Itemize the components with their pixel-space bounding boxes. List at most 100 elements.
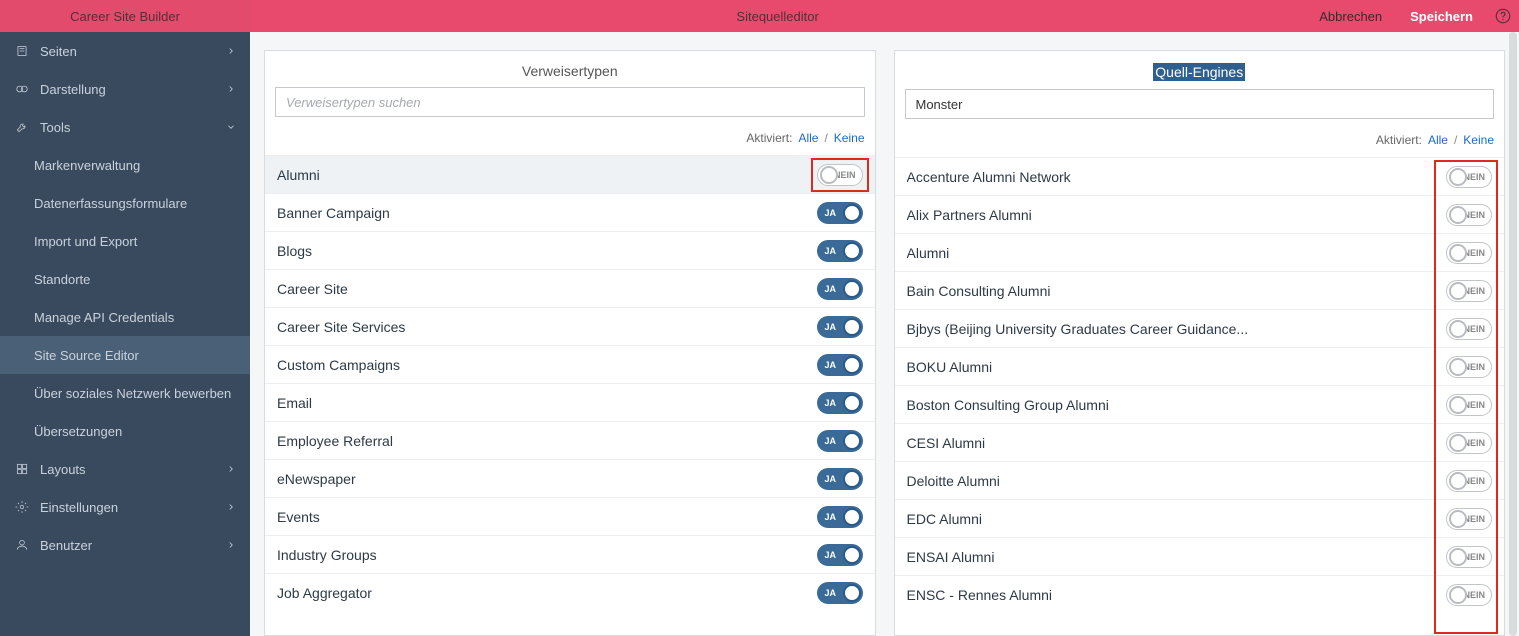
users-icon	[12, 538, 32, 552]
sidebar-subitem-standorte[interactable]: Standorte	[0, 260, 250, 298]
toggle-switch[interactable]: JA	[817, 468, 863, 490]
list-row[interactable]: Job AggregatorJA	[265, 573, 875, 611]
toggle-knob	[1449, 168, 1467, 186]
toggle-switch[interactable]: NEIN	[1446, 166, 1492, 188]
engine-search-input[interactable]	[905, 89, 1495, 119]
list-row[interactable]: Bain Consulting AlumniNEIN	[895, 271, 1505, 309]
sidebar-subitem-markenverwaltung[interactable]: Markenverwaltung	[0, 146, 250, 184]
row-label: ENSAI Alumni	[907, 549, 1447, 565]
toggle-knob	[1449, 282, 1467, 300]
filter-all-link[interactable]: Alle	[1428, 133, 1448, 147]
row-label: eNewspaper	[277, 471, 817, 487]
toggle-switch[interactable]: NEIN	[1446, 584, 1492, 606]
list-row[interactable]: eNewspaperJA	[265, 459, 875, 497]
brand-title: Career Site Builder	[0, 0, 250, 32]
row-label: Custom Campaigns	[277, 357, 817, 373]
list-row[interactable]: AlumniNEIN	[895, 233, 1505, 271]
row-label: Alumni	[277, 167, 817, 183]
sidebar-item-tools[interactable]: Tools	[0, 108, 250, 146]
row-label: Blogs	[277, 243, 817, 259]
activated-label: Aktiviert:	[746, 131, 792, 145]
toggle-switch[interactable]: NEIN	[1446, 356, 1492, 378]
filter-row: Aktiviert: Alle / Keine	[265, 117, 875, 155]
list-row[interactable]: EmailJA	[265, 383, 875, 421]
list-row[interactable]: Bjbys (Beijing University Graduates Care…	[895, 309, 1505, 347]
filter-row: Aktiviert: Alle / Keine	[895, 119, 1505, 157]
toggle-switch[interactable]: NEIN	[1446, 394, 1492, 416]
sidebar-subitem-site-source-editor[interactable]: Site Source Editor	[0, 336, 250, 374]
list-row[interactable]: EventsJA	[265, 497, 875, 535]
toggle-knob	[843, 204, 861, 222]
toggle-switch[interactable]: NEIN	[1446, 432, 1492, 454]
sidebar-subitem-import-und-export[interactable]: Import und Export	[0, 222, 250, 260]
toggle-knob	[1449, 472, 1467, 490]
list-row[interactable]: Employee ReferralJA	[265, 421, 875, 459]
toggle-switch[interactable]: NEIN	[1446, 546, 1492, 568]
row-label: Banner Campaign	[277, 205, 817, 221]
source-engines-panel: Quell-Engines Aktiviert: Alle / Keine Ac…	[894, 50, 1506, 636]
toggle-switch[interactable]: JA	[817, 430, 863, 452]
toggle-switch[interactable]: NEIN	[1446, 242, 1492, 264]
sidebar-item-seiten[interactable]: Seiten	[0, 32, 250, 70]
toggle-switch[interactable]: NEIN	[817, 164, 863, 186]
sidebar-item-layouts[interactable]: Layouts	[0, 450, 250, 488]
referrer-search-input[interactable]	[275, 87, 865, 117]
help-icon[interactable]	[1487, 0, 1519, 32]
toggle-switch[interactable]: JA	[817, 202, 863, 224]
chevron-right-icon	[226, 44, 236, 59]
toggle-knob	[1449, 244, 1467, 262]
toggle-knob	[1449, 320, 1467, 338]
toggle-knob	[843, 432, 861, 450]
filter-all-link[interactable]: Alle	[798, 131, 818, 145]
list-row[interactable]: Career SiteJA	[265, 269, 875, 307]
toggle-switch[interactable]: NEIN	[1446, 280, 1492, 302]
row-label: Email	[277, 395, 817, 411]
list-row[interactable]: Career Site ServicesJA	[265, 307, 875, 345]
toggle-label: JA	[825, 588, 837, 598]
list-row[interactable]: CESI AlumniNEIN	[895, 423, 1505, 461]
list-row[interactable]: ENSC - Rennes AlumniNEIN	[895, 575, 1505, 613]
sidebar-subitem-manage-api-credentials[interactable]: Manage API Credentials	[0, 298, 250, 336]
sidebar-subitem--ber-soziales-netzwerk-bewerben[interactable]: Über soziales Netzwerk bewerben	[0, 374, 250, 412]
panel-header: Quell-Engines	[895, 51, 1505, 119]
filter-none-link[interactable]: Keine	[834, 131, 865, 145]
list-row[interactable]: BOKU AlumniNEIN	[895, 347, 1505, 385]
toggle-switch[interactable]: NEIN	[1446, 318, 1492, 340]
save-button[interactable]: Speichern	[1396, 0, 1487, 32]
sidebar-subitem-datenerfassungsformulare[interactable]: Datenerfassungsformulare	[0, 184, 250, 222]
sidebar-item-darstellung[interactable]: Darstellung	[0, 70, 250, 108]
toggle-switch[interactable]: JA	[817, 582, 863, 604]
row-label: Boston Consulting Group Alumni	[907, 397, 1447, 413]
toggle-switch[interactable]: NEIN	[1446, 204, 1492, 226]
cancel-button[interactable]: Abbrechen	[1305, 0, 1396, 32]
sidebar-subitem--bersetzungen[interactable]: Übersetzungen	[0, 412, 250, 450]
toggle-knob	[843, 280, 861, 298]
toggle-label: JA	[825, 284, 837, 294]
toggle-switch[interactable]: JA	[817, 240, 863, 262]
toggle-switch[interactable]: NEIN	[1446, 508, 1492, 530]
toggle-switch[interactable]: JA	[817, 544, 863, 566]
list-row[interactable]: ENSAI AlumniNEIN	[895, 537, 1505, 575]
toggle-label: JA	[825, 322, 837, 332]
list-row[interactable]: Industry GroupsJA	[265, 535, 875, 573]
toggle-switch[interactable]: JA	[817, 506, 863, 528]
list-row[interactable]: Banner CampaignJA	[265, 193, 875, 231]
list-row[interactable]: EDC AlumniNEIN	[895, 499, 1505, 537]
toggle-switch[interactable]: JA	[817, 278, 863, 300]
list-row[interactable]: Deloitte AlumniNEIN	[895, 461, 1505, 499]
list-row[interactable]: Boston Consulting Group AlumniNEIN	[895, 385, 1505, 423]
toggle-switch[interactable]: JA	[817, 354, 863, 376]
list-row[interactable]: Custom CampaignsJA	[265, 345, 875, 383]
toggle-switch[interactable]: JA	[817, 316, 863, 338]
panel-title-label: Quell-Engines	[1153, 63, 1245, 81]
sidebar-item-label: Seiten	[40, 44, 77, 59]
toggle-switch[interactable]: JA	[817, 392, 863, 414]
list-row[interactable]: BlogsJA	[265, 231, 875, 269]
sidebar-item-benutzer[interactable]: Benutzer	[0, 526, 250, 564]
toggle-switch[interactable]: NEIN	[1446, 470, 1492, 492]
sidebar-item-einstellungen[interactable]: Einstellungen	[0, 488, 250, 526]
filter-none-link[interactable]: Keine	[1463, 133, 1494, 147]
list-row[interactable]: Alix Partners AlumniNEIN	[895, 195, 1505, 233]
list-row[interactable]: AlumniNEIN	[265, 155, 875, 193]
list-row[interactable]: Accenture Alumni NetworkNEIN	[895, 157, 1505, 195]
